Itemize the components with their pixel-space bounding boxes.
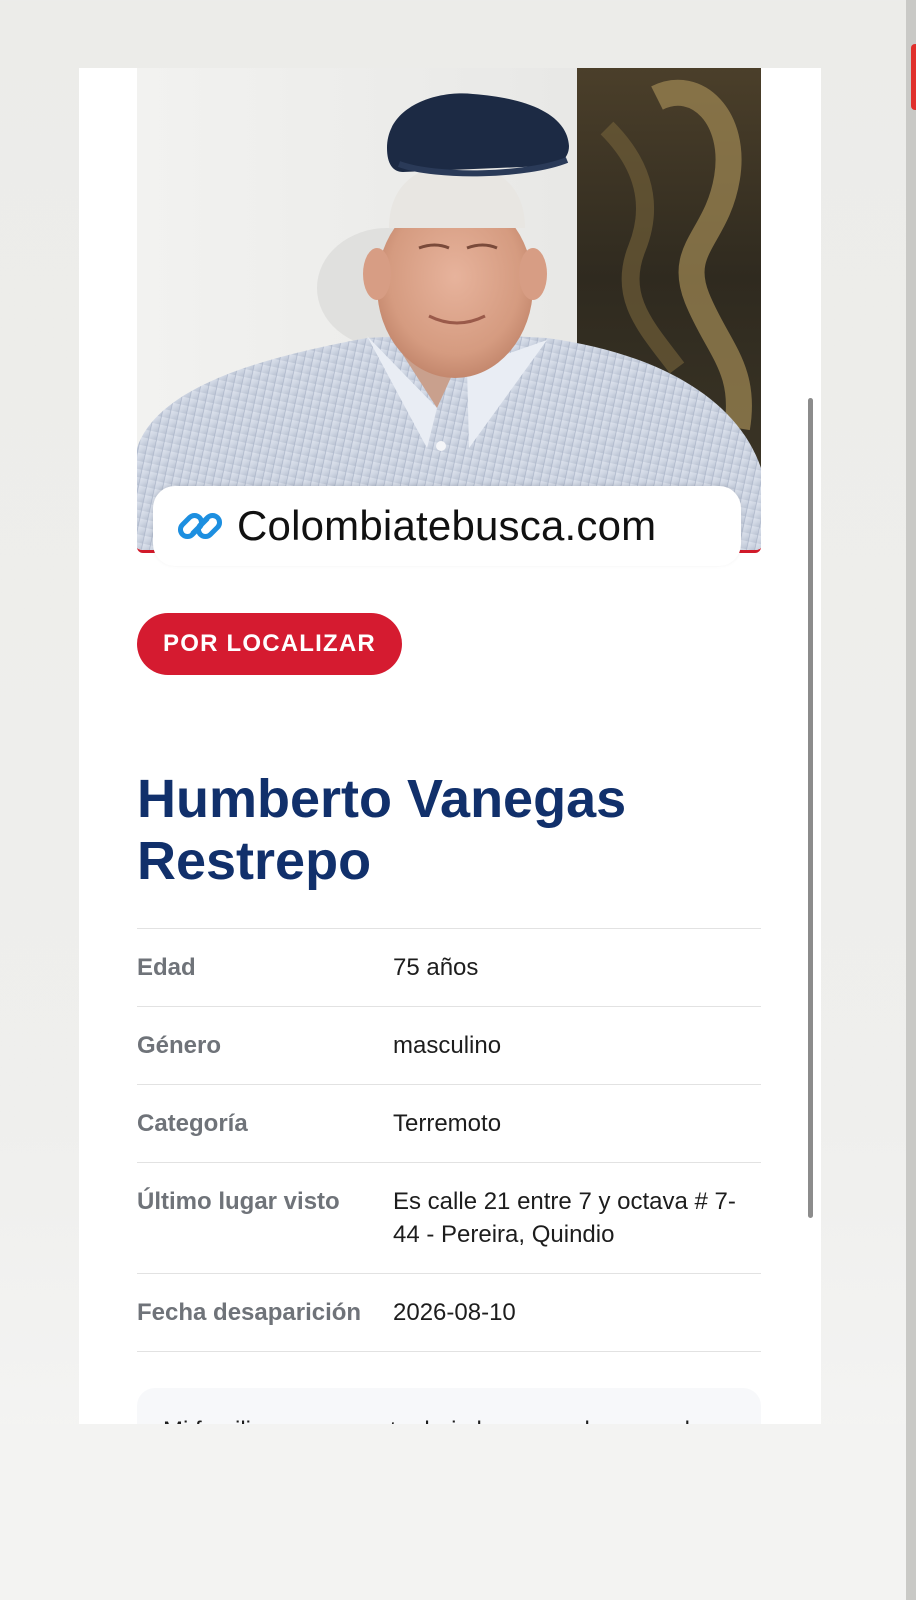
detail-label: Último lugar visto <box>137 1188 340 1215</box>
missing-person-card: Colombiatebusca.com POR LOCALIZAR Humber… <box>79 68 821 1424</box>
detail-row-ultimo-lugar: Último lugar visto Es calle 21 entre 7 y… <box>137 1163 761 1274</box>
status-label: POR LOCALIZAR <box>163 630 376 657</box>
detail-row-fecha: Fecha desaparición 2026-08-10 <box>137 1274 761 1352</box>
detail-value: Terremoto <box>393 1110 502 1137</box>
site-link-badge[interactable]: Colombiatebusca.com <box>153 486 741 566</box>
person-photo <box>137 68 761 553</box>
detail-value: masculino <box>393 1032 502 1059</box>
detail-label: Fecha desaparición <box>137 1299 362 1326</box>
detail-value: Es calle 21 entre 7 y octava # 7-44 - Pe… <box>393 1188 736 1248</box>
person-name: Humberto Vanegas Restrepo <box>137 769 627 891</box>
status-badge: POR LOCALIZAR <box>137 613 402 675</box>
detail-row-genero: Género masculino <box>137 1007 761 1085</box>
detail-row-edad: Edad 75 años <box>137 929 761 1007</box>
detail-label: Género <box>137 1032 222 1059</box>
detail-value: 75 años <box>393 954 479 981</box>
site-link-text: Colombiatebusca.com <box>237 502 657 549</box>
family-note-text: Mi familiar se encuentra bajo los escomb… <box>137 1388 761 1424</box>
link-icon <box>177 512 223 540</box>
page-bottom-area <box>0 1424 906 1600</box>
family-note: Mi familiar se encuentra bajo los escomb… <box>137 1388 761 1424</box>
detail-label: Categoría <box>137 1110 248 1137</box>
detail-value: 2026-08-10 <box>393 1299 516 1326</box>
scrollbar[interactable] <box>808 398 813 1218</box>
details-table: Edad 75 años Género masculino Categoría … <box>137 928 761 1352</box>
detail-row-categoria: Categoría Terremoto <box>137 1085 761 1163</box>
side-notification-tab <box>911 44 916 110</box>
side-edge <box>906 0 916 1600</box>
detail-label: Edad <box>137 954 196 981</box>
